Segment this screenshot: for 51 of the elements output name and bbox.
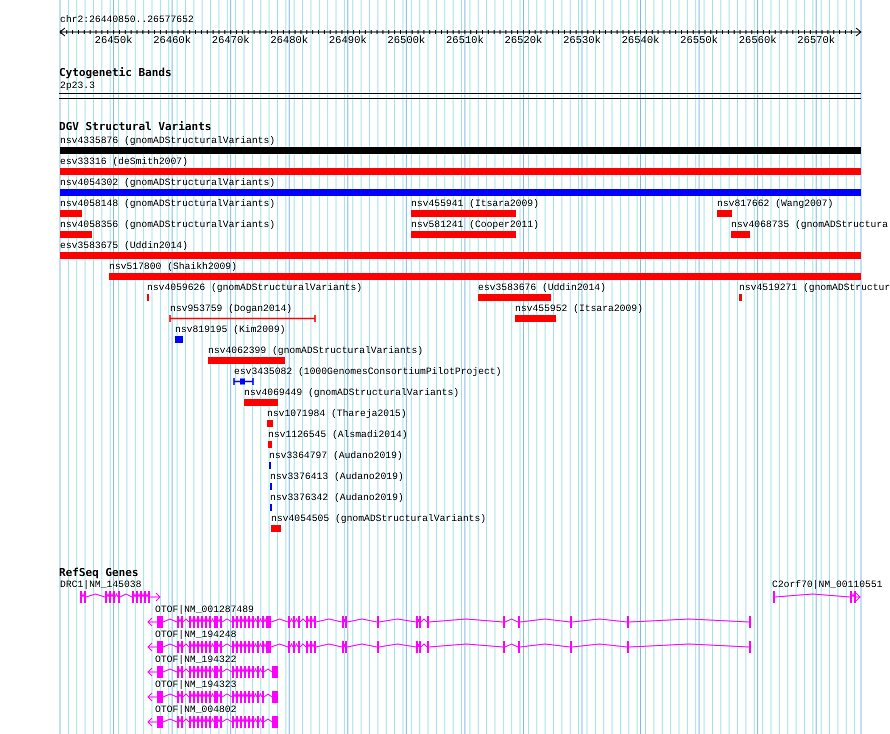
variant-label: nsv1126545 (Alsmadi2014) [268, 429, 408, 440]
gene-label: OTOF|NM_194323 [155, 679, 236, 690]
variant-label: nsv817662 (Wang2007) [717, 198, 834, 209]
gene-label: DRC1|NM_145038 [60, 579, 142, 590]
variant-label: nsv4054505 (gnomADStructuralVariants) [271, 513, 486, 524]
variant-label: nsv4058356 (gnomADStructuralVariants) [60, 219, 276, 230]
variant-label: esv3583675 (Uddin2014) [60, 240, 188, 251]
gene-label: OTOF|NM_001287489 [155, 604, 254, 615]
location-label: chr2:26440850..26577652 [60, 14, 194, 25]
variant-label: nsv4068735 (gnomADStructura [731, 219, 888, 230]
gene-label: OTOF|NM_194248 [155, 629, 236, 640]
track-title: RefSeq Genes [59, 567, 138, 579]
variant-label: nsv4058148 (gnomADStructuralVariants) [60, 198, 276, 209]
gene-label: OTOF|NM_194322 [155, 654, 236, 665]
variant-label: nsv4335876 (gnomADStructuralVariants) [60, 135, 276, 146]
variant-label: nsv517800 (Shaikh2009) [109, 261, 237, 272]
variant-label: nsv581241 (Cooper2011) [411, 219, 539, 230]
track-title: Cytogenetic Bands [59, 67, 172, 79]
tick-label: 26540k [622, 36, 660, 47]
tick-label: 26570k [797, 36, 836, 47]
tick-label: 26470k [212, 36, 250, 47]
tick-label: 26490k [328, 36, 367, 47]
tick-label: 26500k [387, 36, 426, 47]
variant-label: nsv4054302 (gnomADStructuralVariants) [60, 177, 276, 188]
band-label: 2p23.3 [60, 80, 95, 91]
variant-label: nsv3376413 (Audano2019) [270, 471, 404, 482]
tick-label: 26510k [446, 36, 484, 47]
tick-label: 26480k [270, 36, 308, 47]
variant-label: nsv3364797 (Audano2019) [269, 450, 403, 461]
variant-label: nsv4062399 (gnomADStructuralVariants) [208, 345, 424, 356]
variant-label: esv3435082 (1000GenomesConsortiumPilotProject) [234, 366, 502, 377]
variant-label: esv3583676 (Uddin2014) [478, 282, 606, 293]
tick-label: 26530k [563, 36, 601, 47]
gene-label: OTOF|NM_004802 [155, 704, 236, 715]
variant-label: nsv1071984 (Thareja2015) [267, 408, 407, 419]
tick-label: 26550k [680, 36, 718, 47]
tick-label: 26460k [153, 36, 192, 47]
variant-label: nsv455941 (Itsara2009) [411, 198, 539, 209]
variant-label: nsv4069449 (gnomADStructuralVariants) [244, 387, 460, 398]
variant-label: nsv819195 (Kim2009) [175, 324, 286, 335]
variant-label: nsv455952 (Itsara2009) [515, 303, 643, 314]
track-title: DGV Structural Variants [59, 121, 212, 133]
variant-label: nsv4519271 (gnomADStructur [739, 282, 890, 293]
variant-label: esv33316 (deSmith2007) [60, 156, 188, 167]
tick-label: 26560k [738, 36, 777, 47]
tick-label: 26450k [94, 36, 132, 47]
tick-label: 26520k [504, 36, 542, 47]
variant-label: nsv3376342 (Audano2019) [270, 492, 404, 503]
gene-label: C2orf70|NM_00110551 [772, 579, 882, 590]
variant-label: nsv953759 (Dogan2014) [170, 303, 292, 314]
variant-label: nsv4059626 (gnomADStructuralVariants) [147, 282, 362, 293]
